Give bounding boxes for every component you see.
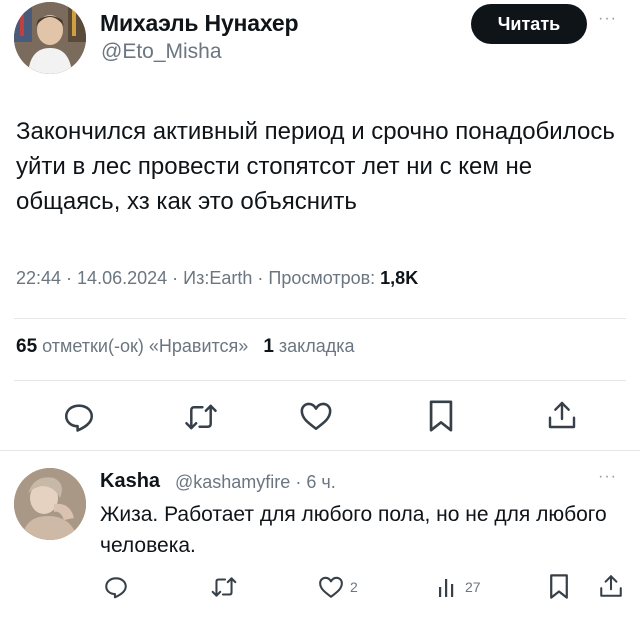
- bookmarks-label[interactable]: закладка: [279, 336, 355, 356]
- likes-label[interactable]: отметки(-ок) «Нравится»: [42, 336, 248, 356]
- reply-views-count: 27: [465, 579, 481, 595]
- author-handle[interactable]: @Eto_Misha: [101, 40, 222, 64]
- divider: [14, 380, 626, 381]
- reply-like-icon: [319, 576, 343, 598]
- bookmarks-count[interactable]: 1: [263, 336, 274, 357]
- reply-time[interactable]: 6 ч.: [306, 472, 335, 492]
- tweet-date[interactable]: 14.06.2024: [77, 268, 167, 288]
- author-name[interactable]: Михаэль Нунахер: [100, 10, 298, 37]
- views-icon: [439, 579, 454, 597]
- reply-share-icon[interactable]: [598, 572, 624, 600]
- meta-separator: ·: [252, 268, 269, 288]
- author-avatar[interactable]: [14, 2, 86, 74]
- reply-like-count: 2: [350, 579, 358, 595]
- reply-more-options-icon[interactable]: ···: [598, 468, 617, 486]
- reply-views-button[interactable]: 27: [437, 575, 481, 599]
- more-options-icon[interactable]: ···: [598, 10, 617, 28]
- views-count: 1,8K: [380, 268, 419, 288]
- share-icon[interactable]: [546, 398, 578, 432]
- meta-separator: ·: [290, 472, 307, 492]
- reply-author-handle: @kashamyfire · 6 ч.: [175, 472, 336, 493]
- engagement-stats: 65 отметки(-ок) «Нравится» 1 закладка: [16, 336, 355, 358]
- tweet-text: Закончился активный период и срочно пона…: [16, 118, 615, 215]
- tweet-meta: 22:44 · 14.06.2024 · Из:Earth · Просмотр…: [16, 268, 418, 289]
- reply-handle[interactable]: @kashamyfire: [175, 472, 290, 492]
- reply-author-name[interactable]: Kasha: [100, 470, 160, 493]
- views-label: Просмотров:: [268, 268, 376, 288]
- read-button[interactable]: Читать: [471, 4, 587, 44]
- reply-bookmark-icon[interactable]: [549, 573, 569, 600]
- reply-icon[interactable]: [62, 400, 96, 434]
- likes-count[interactable]: 65: [16, 336, 37, 357]
- divider: [0, 450, 640, 451]
- tweet-time[interactable]: 22:44: [16, 268, 61, 288]
- reply-avatar[interactable]: [14, 468, 86, 540]
- bookmark-icon[interactable]: [428, 399, 454, 433]
- reply-text: Жиза. Работает для любого пола, но не дл…: [100, 503, 607, 557]
- source-prefix: Из:: [183, 268, 210, 288]
- like-icon[interactable]: [299, 400, 333, 432]
- reply-retweet-icon[interactable]: [210, 574, 238, 600]
- reply-reply-icon[interactable]: [103, 574, 129, 600]
- meta-separator: ·: [61, 268, 78, 288]
- meta-separator: ·: [167, 268, 184, 288]
- tweet-source[interactable]: Earth: [209, 268, 252, 288]
- reply-like-button[interactable]: 2: [318, 575, 358, 599]
- divider: [14, 318, 626, 319]
- retweet-icon[interactable]: [183, 400, 219, 434]
